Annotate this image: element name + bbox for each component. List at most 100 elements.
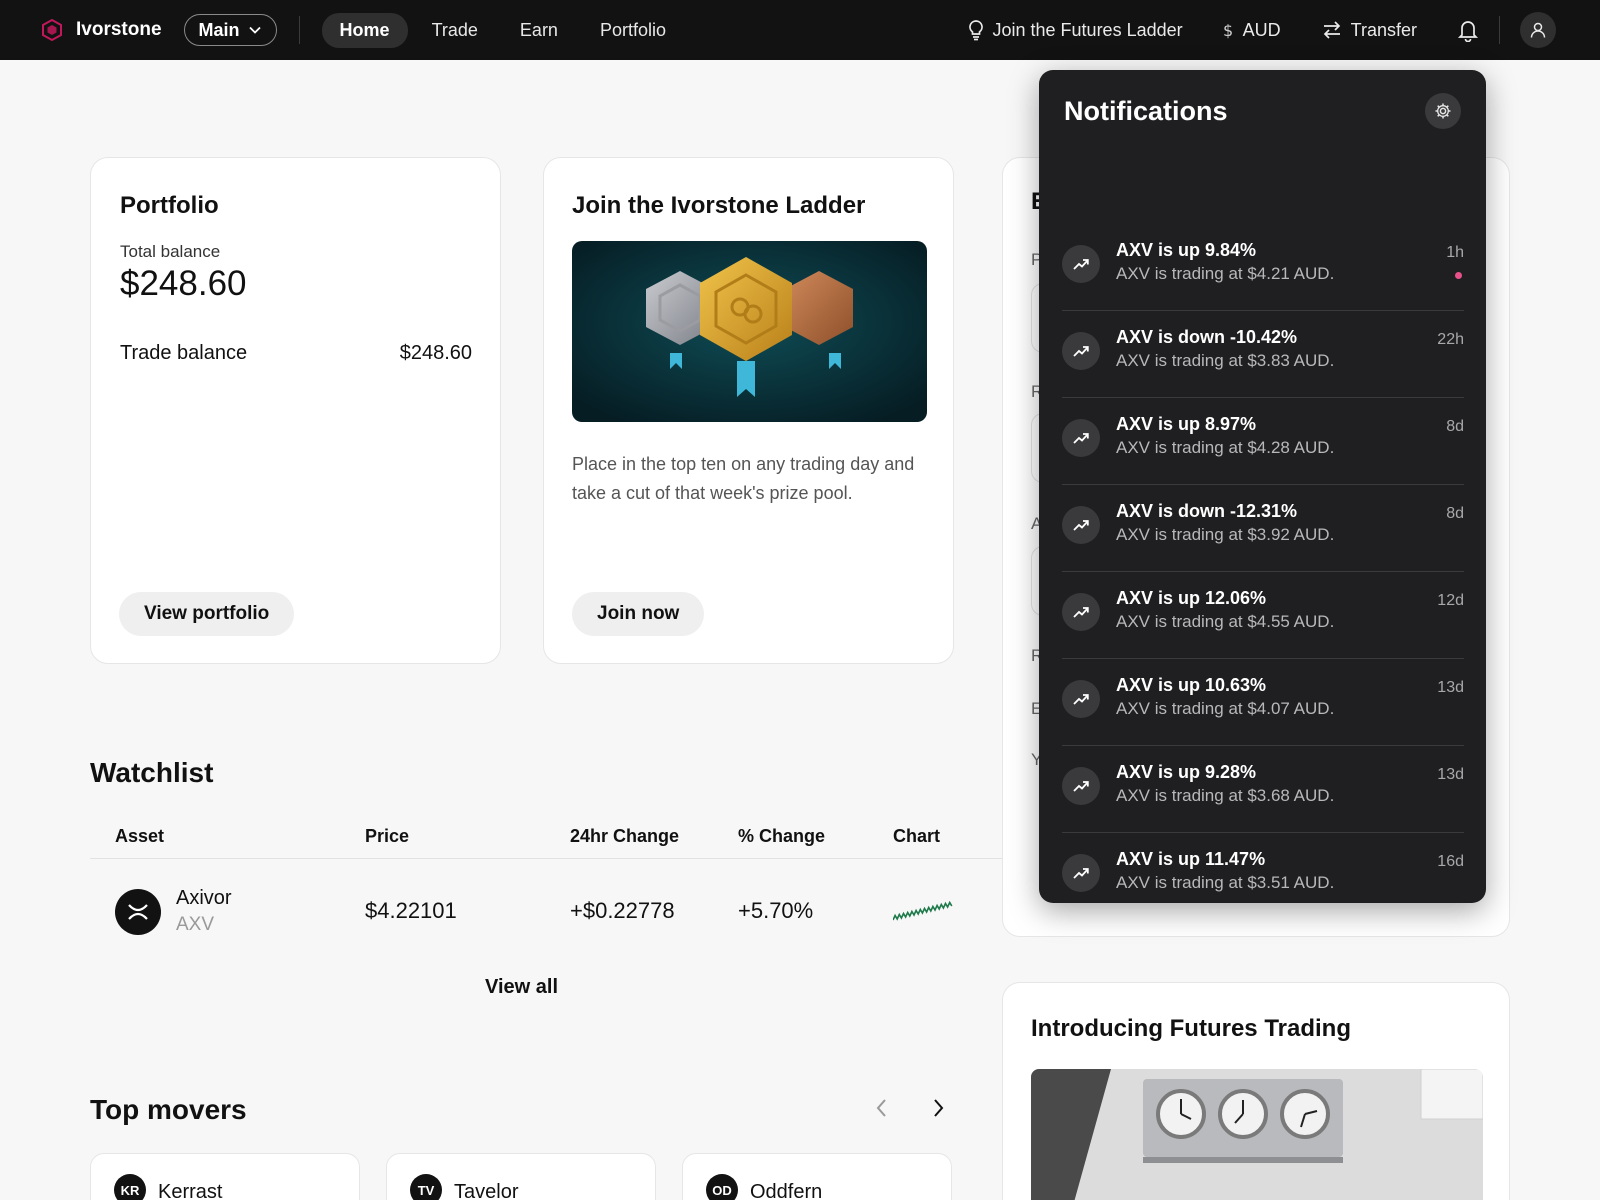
notification-time: 1h <box>1446 244 1464 261</box>
column-header-chart: Chart <box>893 826 941 846</box>
divider <box>90 858 1002 859</box>
notification-title: AXV is up 11.47% <box>1116 849 1266 869</box>
futures-trading-card: Introducing Futures Trading <box>1002 982 1510 1200</box>
notification-time: 13d <box>1437 679 1464 696</box>
column-header-24hr-change[interactable]: 24hr Change <box>570 826 679 847</box>
notifications-button[interactable] <box>1457 18 1479 42</box>
trend-up-icon <box>1062 332 1100 370</box>
trend-up-icon <box>1062 419 1100 457</box>
axivor-coin-icon <box>115 889 161 935</box>
divider <box>1499 16 1500 44</box>
account-selector[interactable]: Main <box>183 14 277 46</box>
brand-name: Ivorstone <box>76 19 162 40</box>
notification-item[interactable]: AXV is up 12.06% AXV is trading at $4.55… <box>1062 572 1464 659</box>
total-balance-value: $248.60 <box>120 264 247 303</box>
trade-balance-label: Trade balance <box>120 342 248 364</box>
unread-indicator <box>1455 272 1462 279</box>
portfolio-title: Portfolio <box>120 192 219 219</box>
notification-item[interactable]: AXV is down -12.31% AXV is trading at $3… <box>1062 485 1464 572</box>
total-balance-label: Total balance <box>120 242 221 261</box>
notifications-title: Notifications <box>1064 96 1228 126</box>
ladder-card: Join the Ivorstone Ladder Place in the t… <box>543 157 954 664</box>
futures-title: Introducing Futures Trading <box>1031 1015 1351 1042</box>
mover-badge: OD <box>706 1174 738 1200</box>
account-selector-label: Main <box>198 19 240 40</box>
nav-portfolio[interactable]: Portfolio <box>582 13 684 48</box>
notification-title: AXV is up 10.63% <box>1116 675 1267 695</box>
futures-ladder-label: Join the Futures Ladder <box>992 19 1183 40</box>
notifications-panel: Notifications AXV is up 9.84% AXV is tra… <box>1039 70 1486 903</box>
column-header-percent-change[interactable]: % Change <box>738 826 825 847</box>
nav-trade[interactable]: Trade <box>414 13 496 48</box>
trend-up-icon <box>1062 680 1100 718</box>
mover-card[interactable]: TV Tavelor <box>386 1153 656 1200</box>
currency-label: AUD <box>1242 19 1281 40</box>
trend-up-icon <box>1062 245 1100 283</box>
mover-name: Kerrast <box>158 1181 223 1200</box>
notification-message: AXV is trading at $3.92 AUD. <box>1116 525 1335 544</box>
asset-price: $4.22101 <box>365 898 457 923</box>
ivorstone-logo-icon <box>42 18 62 42</box>
asset-percent-change: +5.70% <box>738 898 814 923</box>
sparkline-chart <box>893 900 953 921</box>
notification-time: 13d <box>1437 766 1464 783</box>
notification-item[interactable]: AXV is up 9.28% AXV is trading at $3.68 … <box>1062 746 1464 833</box>
divider <box>298 16 300 44</box>
notification-time: 16d <box>1437 853 1464 870</box>
notification-item[interactable]: AXV is up 10.63% AXV is trading at $4.07… <box>1062 659 1464 746</box>
medals-illustration <box>572 241 927 422</box>
watchlist-title: Watchlist <box>90 757 214 788</box>
notification-title: AXV is down -12.31% <box>1116 501 1298 521</box>
transfer-button[interactable]: Transfer <box>1321 20 1417 41</box>
notification-time: 8d <box>1446 505 1464 522</box>
bell-icon <box>1457 21 1479 42</box>
chevron-down-icon <box>248 26 261 34</box>
notification-title: AXV is up 9.28% <box>1116 762 1257 782</box>
mover-card[interactable]: KR Kerrast <box>90 1153 360 1200</box>
main-nav: Home Trade Earn Portfolio <box>321 12 690 48</box>
trend-up-icon <box>1062 593 1100 631</box>
user-avatar-button[interactable] <box>1520 12 1556 48</box>
notification-item[interactable]: AXV is up 8.97% AXV is trading at $4.28 … <box>1062 398 1464 485</box>
notification-message: AXV is trading at $3.51 AUD. <box>1116 873 1335 892</box>
notification-item[interactable]: AXV is up 9.84% AXV is trading at $4.21 … <box>1062 224 1464 311</box>
top-right-actions: Join the Futures Ladder $ AUD Transfer <box>927 12 1556 48</box>
notification-item[interactable]: AXV is down -10.42% AXV is trading at $3… <box>1062 311 1464 398</box>
carousel-prev-button[interactable] <box>874 1096 890 1125</box>
notification-time: 8d <box>1446 418 1464 435</box>
notification-message: AXV is trading at $4.55 AUD. <box>1116 612 1335 631</box>
dollar-icon: $ <box>1223 21 1233 39</box>
mover-card[interactable]: OD Oddfern <box>682 1153 952 1200</box>
notification-message: AXV is trading at $3.68 AUD. <box>1116 786 1335 805</box>
notification-settings-button[interactable] <box>1425 93 1461 129</box>
column-header-asset[interactable]: Asset <box>115 826 164 847</box>
notifications-list: AXV is up 9.84% AXV is trading at $4.21 … <box>1062 224 1464 903</box>
chevron-left-icon <box>876 1099 886 1117</box>
notification-title: AXV is up 9.84% <box>1116 240 1257 260</box>
currency-selector[interactable]: $ AUD <box>1223 20 1281 41</box>
trade-balance-row: Trade balance $248.60 <box>120 342 472 365</box>
futures-ladder-link[interactable]: Join the Futures Ladder <box>967 19 1183 41</box>
view-portfolio-button[interactable]: View portfolio <box>119 592 295 636</box>
chevron-right-icon <box>934 1099 944 1117</box>
notification-time: 12d <box>1437 592 1464 609</box>
nav-earn[interactable]: Earn <box>502 13 576 48</box>
column-header-price[interactable]: Price <box>365 826 409 847</box>
notification-time: 22h <box>1437 331 1464 348</box>
futures-clocks-image <box>1031 1069 1483 1200</box>
brand[interactable]: Ivorstone <box>40 18 162 42</box>
user-icon <box>1530 22 1546 38</box>
notification-item[interactable]: AXV is up 11.47% AXV is trading at $3.51… <box>1062 833 1464 903</box>
notification-title: AXV is up 8.97% <box>1116 414 1257 434</box>
top-navigation-bar: Ivorstone Main Home Trade Earn Portfolio… <box>0 0 1600 60</box>
join-now-button[interactable]: Join now <box>572 592 705 636</box>
carousel-next-button[interactable] <box>930 1096 946 1125</box>
mover-name: Oddfern <box>750 1181 823 1200</box>
transfer-arrows-icon <box>1323 21 1340 39</box>
view-all-link[interactable]: View all <box>485 976 558 999</box>
gear-icon <box>1435 103 1451 119</box>
trend-up-icon <box>1062 506 1100 544</box>
nav-home[interactable]: Home <box>321 12 408 48</box>
asset-symbol: AXV <box>176 914 215 935</box>
asset-name: Axivor <box>176 887 232 909</box>
